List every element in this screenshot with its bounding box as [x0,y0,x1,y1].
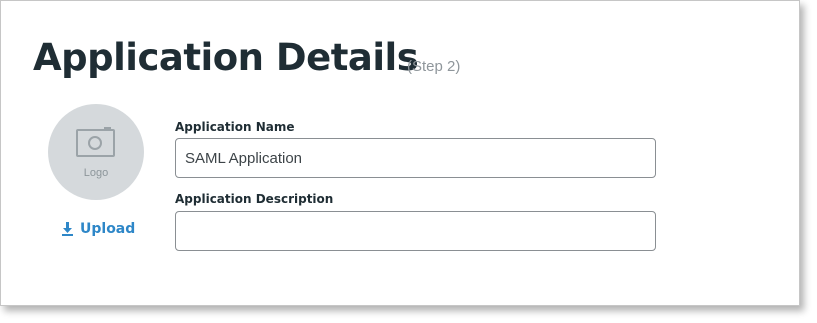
download-icon [62,222,73,236]
application-description-label: Application Description [175,192,334,206]
upload-label: Upload [80,221,136,237]
application-name-label: Application Name [175,120,295,134]
application-details-panel: Application Details (Step 2) Logo Upload… [0,0,800,306]
logo-placeholder: Logo [48,104,144,200]
application-description-input[interactable] [175,211,656,251]
camera-icon [76,127,115,157]
page-title: Application Details [33,36,419,79]
logo-label: Logo [83,167,109,179]
application-name-input[interactable] [175,138,656,178]
upload-button[interactable]: Upload [61,219,135,239]
step-indicator: (Step 2) [407,58,461,75]
